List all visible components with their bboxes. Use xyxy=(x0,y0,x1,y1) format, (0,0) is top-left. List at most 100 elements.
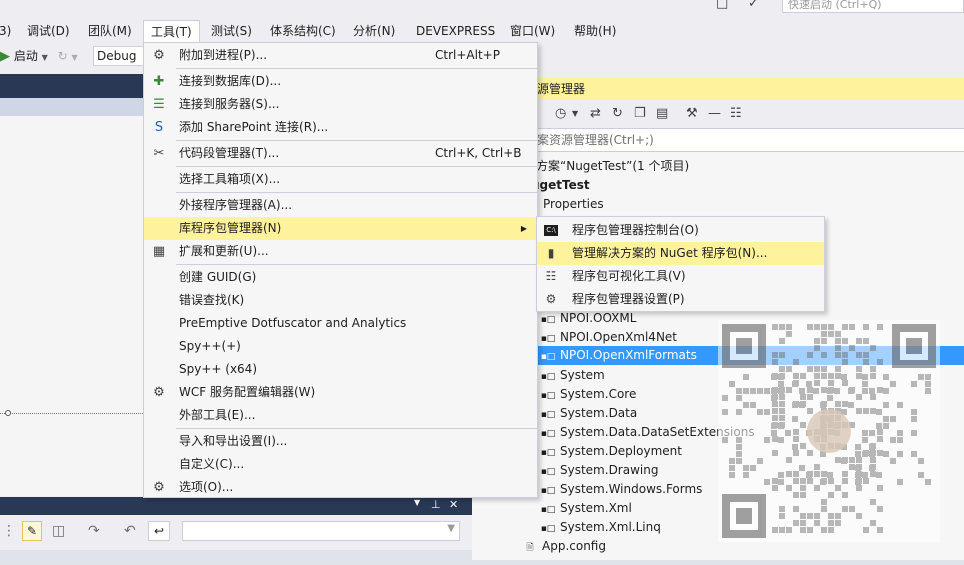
sync-icon[interactable]: ⇄ xyxy=(590,106,601,121)
tree-project-node[interactable]: ugetTest xyxy=(531,176,590,195)
menu-architecture[interactable]: 体系结构(C) xyxy=(263,20,343,42)
tree-reference[interactable]: ▪□ System.Drawing xyxy=(540,461,659,480)
refresh-icon[interactable]: ↻ xyxy=(612,106,623,121)
menu-item-external-tools[interactable]: 外部工具(E)... xyxy=(144,404,537,427)
dropdown-arrow-icon[interactable]: ▼ xyxy=(414,498,420,507)
show-all-files-icon[interactable]: ▤ xyxy=(656,106,668,121)
tree-reference[interactable]: ▪□ System.Deployment xyxy=(540,442,682,461)
menu-item-label: 扩展和更新(U)... xyxy=(179,244,269,258)
close-icon[interactable]: ✕ xyxy=(449,498,458,511)
tree-reference[interactable]: ▪□ System.Xml.Linq xyxy=(540,518,661,537)
console-icon: C:\ xyxy=(542,219,560,242)
menu-item-sharepoint[interactable]: S 添加 SharePoint 连接(R)... xyxy=(144,116,537,139)
tree-reference[interactable]: ▪□ System.Core xyxy=(540,385,637,404)
package-manager-submenu: C:\ 程序包管理器控制台(O) ▮ 管理解决方案的 NuGet 程序包(N).… xyxy=(536,216,825,312)
menu-team[interactable]: 团队(M) xyxy=(81,20,139,42)
solution-configuration-select[interactable]: Debug xyxy=(93,46,145,66)
collapse-all-icon[interactable]: ❐ xyxy=(634,106,646,121)
reference-label: System.Xml xyxy=(560,501,632,515)
menu-build[interactable]: 3) xyxy=(0,20,18,42)
menu-separator xyxy=(176,68,537,69)
restart-icon[interactable]: ↻ xyxy=(58,49,68,63)
notification-flag-icon[interactable]: ✓ xyxy=(748,0,759,11)
splitter-handle[interactable] xyxy=(5,410,11,416)
menu-tools[interactable]: 工具(T) xyxy=(143,20,200,43)
menu-item-wcf-editor[interactable]: ⚙ WCF 服务配置编辑器(W) xyxy=(144,381,537,404)
output-window-header: ▼ ⊥ ✕ xyxy=(0,497,472,515)
menu-separator xyxy=(176,428,537,429)
menu-item-label: 附加到进程(P)... xyxy=(179,48,268,62)
tree-reference[interactable]: ▪□ System xyxy=(540,366,605,385)
menu-item-label: 连接到数据库(D)... xyxy=(179,74,282,88)
start-button-label: 启动 xyxy=(13,49,38,63)
config-file-icon: 🗎 xyxy=(526,543,534,553)
tree-file-node[interactable]: 🗎 App.config xyxy=(522,537,606,556)
gear-icon: ⚙ xyxy=(545,292,557,306)
menu-item-create-guid[interactable]: 创建 GUID(G) xyxy=(144,266,537,289)
menu-item-extensions[interactable]: ▦ 扩展和更新(U)... xyxy=(144,240,537,263)
menu-item-options[interactable]: ⚙ 选项(O)... xyxy=(144,476,537,499)
chevron-down-icon[interactable]: ▼ xyxy=(72,53,78,62)
minus-icon[interactable]: — xyxy=(708,106,721,121)
submenu-item-settings[interactable]: ⚙ 程序包管理器设置(P) xyxy=(537,288,824,311)
menu-devexpress[interactable]: DEVEXPRESS xyxy=(409,20,502,42)
menu-item-attach-process[interactable]: ⚙ 附加到进程(P)... Ctrl+Alt+P xyxy=(144,44,537,67)
menu-item-import-export[interactable]: 导入和导出设置(I)... xyxy=(144,430,537,453)
menu-item-addin-manager[interactable]: 外接程序管理器(A)... xyxy=(144,194,537,217)
history-icon[interactable]: ◷ xyxy=(555,106,566,121)
menu-item-label: 错误查找(K) xyxy=(179,293,245,307)
tree-properties-node[interactable]: Properties xyxy=(543,195,604,214)
find-icon[interactable]: ◫ xyxy=(52,523,65,539)
tree-reference-selected[interactable]: ▪□ NPOI.OpenXmlFormats xyxy=(540,346,697,365)
word-wrap-icon[interactable]: ↩ xyxy=(148,521,170,541)
menu-test[interactable]: 测试(S) xyxy=(204,20,259,42)
menu-item-spy-x64[interactable]: Spy++ (x64) xyxy=(144,358,537,381)
properties-wrench-icon[interactable]: ⚒ xyxy=(686,106,698,121)
menu-analyze[interactable]: 分析(N) xyxy=(346,20,402,42)
output-source-select[interactable]: ▼ xyxy=(182,521,460,541)
menu-item-customize[interactable]: 自定义(C)... xyxy=(144,453,537,476)
chevron-down-icon[interactable]: ▼ xyxy=(42,53,48,62)
editor-document[interactable] xyxy=(0,116,145,496)
quick-launch-input[interactable]: 快速启动 (Ctrl+Q) xyxy=(782,0,964,13)
menu-window[interactable]: 窗口(W) xyxy=(503,20,562,42)
tree-solution-node[interactable]: 方案“NugetTest”(1 个项目) xyxy=(536,157,689,176)
submenu-item-console[interactable]: C:\ 程序包管理器控制台(O) xyxy=(537,219,824,242)
reference-label: System.Data xyxy=(560,406,638,420)
tree-reference[interactable]: ▪□ System.Data xyxy=(540,404,638,423)
menu-item-label: 添加 SharePoint 连接(R)... xyxy=(179,120,329,134)
menu-item-error-lookup[interactable]: 错误查找(K) xyxy=(144,289,537,312)
pencil-icon[interactable]: ✎ xyxy=(22,521,42,541)
qr-code-watermark xyxy=(718,320,940,542)
menu-item-dotfuscator[interactable]: PreEmptive Dotfuscator and Analytics xyxy=(144,312,537,335)
menu-item-spy[interactable]: Spy++(+) xyxy=(144,335,537,358)
submenu-arrow-icon: ▶ xyxy=(520,224,527,233)
undo-icon[interactable]: ↶ xyxy=(124,523,136,539)
feedback-icon[interactable]: □ xyxy=(716,0,728,11)
editor-splitter[interactable] xyxy=(0,413,145,417)
menu-help[interactable]: 帮助(H) xyxy=(567,20,623,42)
menu-item-label: 自定义(C)... xyxy=(179,457,245,471)
submenu-item-visualizer[interactable]: ☷ 程序包可视化工具(V) xyxy=(537,265,824,288)
start-button[interactable]: ▶ 启动 ▼ ↻ ▼ xyxy=(0,47,78,65)
menu-item-code-snippets[interactable]: ✂ 代码段管理器(T)... Ctrl+K, Ctrl+B xyxy=(144,142,537,165)
menu-item-toolbox-items[interactable]: 选择工具箱项(X)... xyxy=(144,168,537,191)
menu-debug[interactable]: 调试(D) xyxy=(20,20,77,42)
menu-item-connect-database[interactable]: ✚ 连接到数据库(D)... xyxy=(144,70,537,93)
standard-toolbar: ▶ 启动 ▼ ↻ ▼ Debug xyxy=(0,43,145,69)
tree-reference[interactable]: ▪□ System.Xml xyxy=(540,499,632,518)
solution-explorer-toolbar: ◷ ▼ ⇄ ↻ ❐ ▤ ⚒ — ☷ xyxy=(472,100,964,128)
tree-reference[interactable]: ▪□ System.Windows.Forms xyxy=(540,480,703,499)
visualizer-icon: ☷ xyxy=(545,269,557,283)
menu-item-package-manager[interactable]: 库程序包管理器(N) ▶ xyxy=(144,217,537,240)
menu-item-connect-server[interactable]: ☰ 连接到服务器(S)... xyxy=(144,93,537,116)
pin-icon[interactable]: ⊥ xyxy=(431,498,441,511)
solution-explorer-search[interactable]: 案资源管理器(Ctrl+;) xyxy=(472,128,964,152)
submenu-item-label: 程序包管理器控制台(O) xyxy=(572,223,699,237)
tree-reference[interactable]: ▪□ NPOI.OpenXml4Net xyxy=(540,328,677,347)
submenu-item-manage-nuget[interactable]: ▮ 管理解决方案的 NuGet 程序包(N)... xyxy=(537,242,824,265)
menu-separator xyxy=(176,264,537,265)
chevron-down-icon[interactable]: ▼ xyxy=(572,109,578,118)
class-diagram-icon[interactable]: ☷ xyxy=(730,106,742,121)
redo-icon[interactable]: ↷ xyxy=(88,523,100,539)
